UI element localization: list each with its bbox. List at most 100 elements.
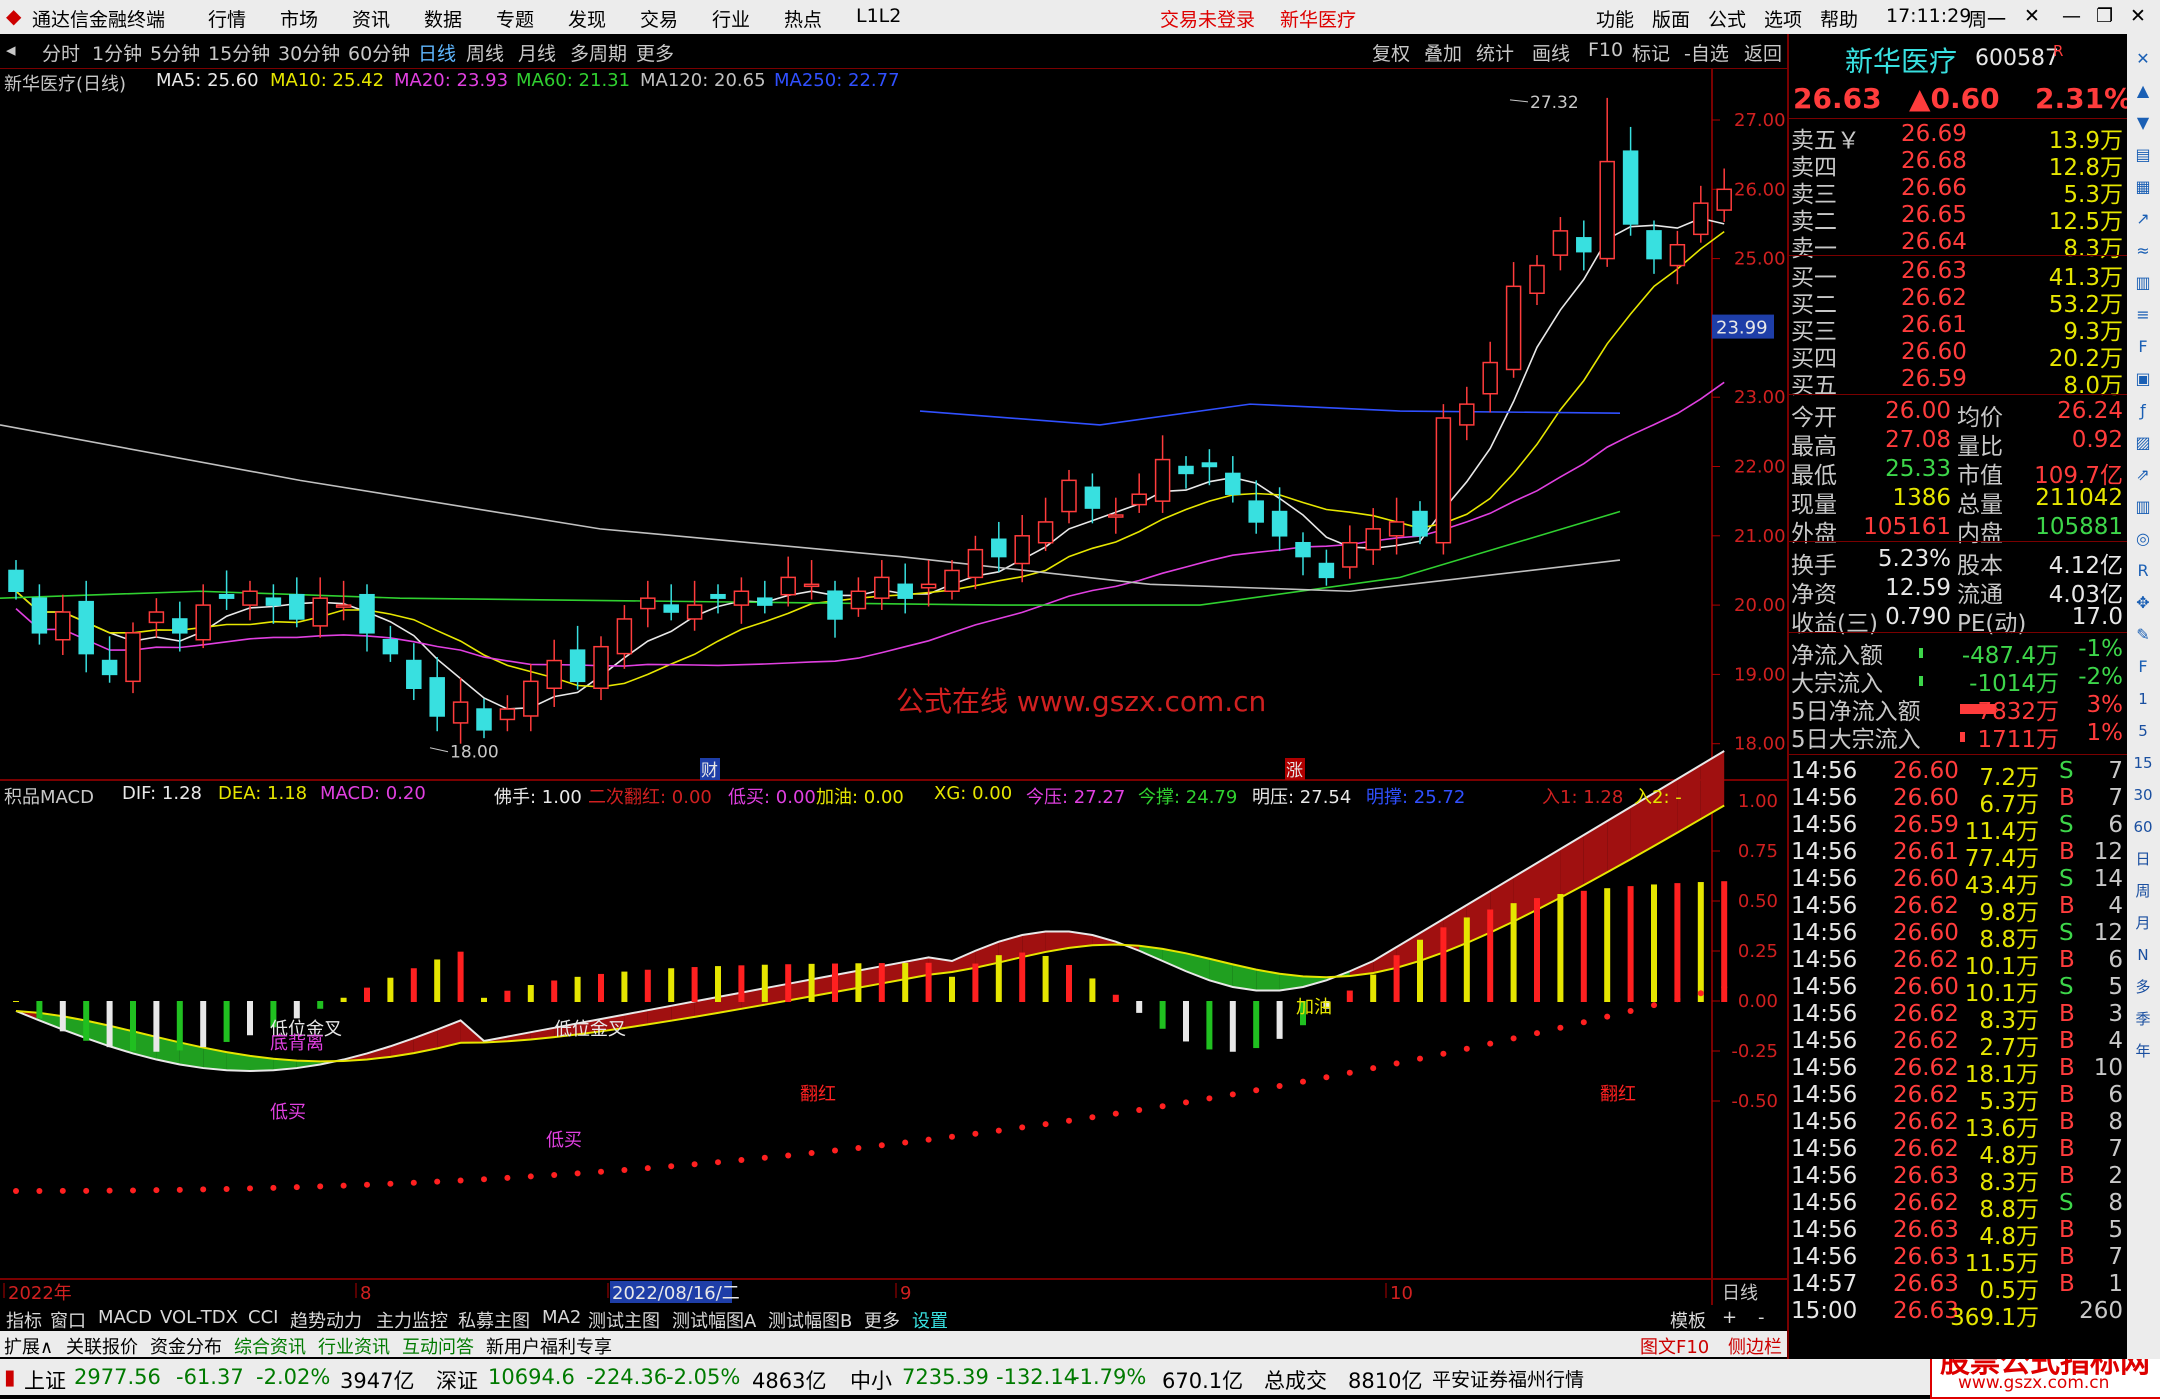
tab-chuangkou[interactable]: 窗口 [50, 1307, 86, 1333]
period-icon-5[interactable]: 5 [2132, 720, 2154, 742]
menu-jiaoyi[interactable]: 交易 [640, 5, 678, 32]
move-icon[interactable]: ✥ [2132, 592, 2154, 614]
tab-qushi[interactable]: 趋势动力 [290, 1307, 362, 1333]
chart-icon[interactable]: ↗ [2132, 208, 2154, 230]
tab-muban[interactable]: 模板 [1670, 1307, 1706, 1333]
tab-zijin[interactable]: 资金分布 [150, 1333, 222, 1359]
menu-shichang[interactable]: 市场 [280, 5, 318, 32]
minimize-icon[interactable]: — [2062, 5, 2081, 27]
circle-icon[interactable]: ◎ [2132, 528, 2154, 550]
menu-zixun[interactable]: 资讯 [352, 5, 390, 32]
menu-faxian[interactable]: 发现 [568, 5, 606, 32]
tab-zhuli[interactable]: 主力监控 [376, 1307, 448, 1333]
menu-hangye[interactable]: 行业 [712, 5, 750, 32]
trend-icon[interactable]: ≈ [2132, 240, 2154, 262]
tool-diejia[interactable]: 叠加 [1424, 39, 1462, 66]
period-daily[interactable]: 日线 [418, 39, 456, 66]
period-icon-1[interactable]: 1 [2132, 688, 2154, 710]
tab-shezhi[interactable]: 设置 [912, 1307, 948, 1333]
tab-ceshi-b[interactable]: 测试幅图B [768, 1307, 852, 1333]
tab-xinyonghu[interactable]: 新用户福利专享 [486, 1333, 612, 1359]
period-icon-月[interactable]: 月 [2132, 912, 2154, 934]
tab-zonghe[interactable]: 综合资讯 [234, 1333, 306, 1359]
chart2-icon[interactable]: ⇗ [2132, 464, 2154, 486]
period-icon-日[interactable]: 日 [2132, 848, 2154, 870]
tab-ceshi-a[interactable]: 测试幅图A [672, 1307, 756, 1333]
tab-hudong[interactable]: 互动问答 [402, 1333, 474, 1359]
period-icon-年[interactable]: 年 [2132, 1040, 2154, 1062]
tab-gengduo[interactable]: 更多 [864, 1307, 900, 1333]
tab-guanlian[interactable]: 关联报价 [66, 1333, 138, 1359]
period-15min[interactable]: 15分钟 [208, 39, 270, 66]
index-zx-name[interactable]: 中小 [850, 1365, 892, 1395]
restore-icon[interactable]: ❐ [2096, 5, 2113, 27]
index-sz-name[interactable]: 深证 [436, 1365, 478, 1395]
index-sh-name[interactable]: 上证 [24, 1365, 66, 1395]
period-multi[interactable]: 多周期 [570, 39, 627, 66]
period-icon-15[interactable]: 15 [2132, 752, 2154, 774]
period-more[interactable]: 更多 [636, 39, 674, 66]
rsi-icon[interactable]: R [2132, 560, 2154, 582]
f-icon[interactable]: ƒ [2132, 400, 2154, 422]
tool-f10[interactable]: F10 [1588, 39, 1623, 61]
tool-huaxian[interactable]: 画线 [1532, 39, 1570, 66]
tab-kuozhan[interactable]: 扩展∧ [4, 1333, 53, 1359]
period-5min[interactable]: 5分钟 [150, 39, 200, 66]
period-icon-30[interactable]: 30 [2132, 784, 2154, 806]
tab-zhibiao[interactable]: 指标 [6, 1307, 42, 1333]
window-menu-icon[interactable]: ✕ [2024, 5, 2040, 27]
tool-biaoji[interactable]: 标记 [1632, 39, 1670, 66]
period-60min[interactable]: 60分钟 [348, 39, 410, 66]
tool-fanhui[interactable]: 返回 [1744, 39, 1782, 66]
bar-icon[interactable]: ▥ [2132, 272, 2154, 294]
menu-zhuanti[interactable]: 专题 [496, 5, 534, 32]
f10-icon[interactable]: F [2132, 336, 2154, 358]
period-icon-周[interactable]: 周 [2132, 880, 2154, 902]
period-monthly[interactable]: 月线 [518, 39, 556, 66]
period-icon-N[interactable]: N [2132, 944, 2154, 966]
up-icon[interactable]: ▲ [2132, 80, 2154, 102]
menu-l1l2[interactable]: L1L2 [856, 5, 901, 27]
tab-hangye-zixun[interactable]: 行业资讯 [318, 1333, 390, 1359]
period-icon-季[interactable]: 季 [2132, 1008, 2154, 1030]
menu-shuju[interactable]: 数据 [424, 5, 462, 32]
login-status[interactable]: 交易未登录 [1160, 5, 1255, 32]
tab-remove[interactable]: - [1758, 1307, 1765, 1328]
tab-cci[interactable]: CCI [248, 1307, 278, 1328]
period-30min[interactable]: 30分钟 [278, 39, 340, 66]
book-icon[interactable]: ▤ [2132, 144, 2154, 166]
menu-banmian[interactable]: 版面 [1652, 5, 1690, 32]
menu-gongneng[interactable]: 功能 [1596, 5, 1634, 32]
pen-icon[interactable]: ✎ [2132, 624, 2154, 646]
period-icon-60[interactable]: 60 [2132, 816, 2154, 838]
tab-simu[interactable]: 私募主图 [458, 1307, 530, 1333]
close-icon[interactable]: ✕ [2130, 5, 2146, 27]
tab-ma2[interactable]: MA2 [542, 1307, 581, 1328]
tool-zixuan[interactable]: -自选 [1684, 39, 1729, 66]
period-1min[interactable]: 1分钟 [92, 39, 142, 66]
menu-redian[interactable]: 热点 [784, 5, 822, 32]
fs-icon[interactable]: F [2132, 656, 2154, 678]
tab-ceshi-zhutu[interactable]: 测试主图 [588, 1307, 660, 1333]
list-icon[interactable]: ≡ [2132, 304, 2154, 326]
menu-bangzhu[interactable]: 帮助 [1820, 5, 1858, 32]
bar2-icon[interactable]: ▥ [2132, 496, 2154, 518]
tool-fuquan[interactable]: 复权 [1372, 39, 1410, 66]
table-icon[interactable]: ▦ [2132, 176, 2154, 198]
period-weekly[interactable]: 周线 [466, 39, 504, 66]
tab-vol-tdx[interactable]: VOL-TDX [160, 1307, 238, 1328]
tab-tuwen-f10[interactable]: 图文F10 [1640, 1333, 1709, 1359]
tool-tongji[interactable]: 统计 [1476, 39, 1514, 66]
menu-hangqing[interactable]: 行情 [208, 5, 246, 32]
period-icon-多[interactable]: 多 [2132, 976, 2154, 998]
news-icon[interactable]: ▨ [2132, 432, 2154, 454]
period-fenshi[interactable]: 分时 [42, 39, 80, 66]
menu-xuanxiang[interactable]: 选项 [1764, 5, 1802, 32]
doc-icon[interactable]: ▣ [2132, 368, 2154, 390]
kline-chart[interactable]: 27.00 26.00 25.00 23.99 23.00 22.00 21.00 20.00… [0, 68, 1787, 1305]
tab-macd[interactable]: MACD [98, 1307, 152, 1328]
collapse-icon[interactable]: ◂ [6, 39, 16, 61]
close-icon[interactable]: ✕ [2132, 48, 2154, 70]
down-icon[interactable]: ▼ [2132, 112, 2154, 134]
menu-gongshi[interactable]: 公式 [1708, 5, 1746, 32]
